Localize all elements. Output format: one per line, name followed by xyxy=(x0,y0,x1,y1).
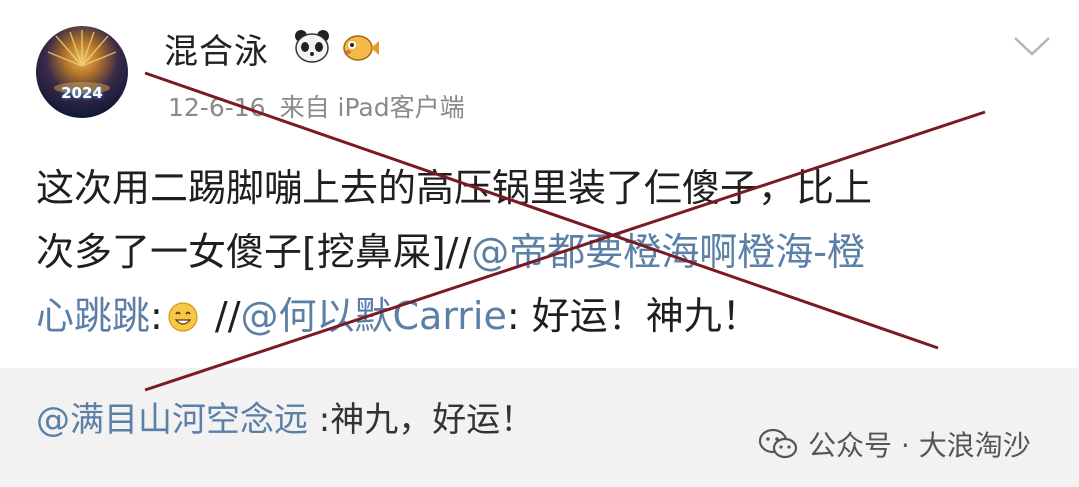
post-body-line-2: 次多了一女傻子[挖鼻屎]//@帝都要橙海啊橙海-橙 xyxy=(36,220,1046,284)
username[interactable]: 混合泳 xyxy=(164,24,269,73)
post-body-line-1: 这次用二踢脚嘣上去的高压锅里装了仨傻子，比上 xyxy=(36,166,873,210)
post-source: 来自 iPad客户端 xyxy=(279,93,465,122)
watermark-text: 公众号 · 大浪淘沙 xyxy=(808,429,1031,462)
grin-emoji-icon xyxy=(168,302,198,332)
panda-emoji-icon xyxy=(295,30,329,63)
post-meta: 12-6-16 来自 iPad客户端 xyxy=(168,88,479,124)
mention-link[interactable]: @帝都要橙海啊橙海-橙 xyxy=(471,230,865,274)
post-card: 2024 混合泳 12-6-16 来自 iPad客户端 这次用二踢脚嘣上去的高压锅… xyxy=(0,0,1079,368)
repost-mention[interactable]: @满目山河空念远 xyxy=(36,400,308,440)
colon: : xyxy=(150,294,163,338)
chevron-down-icon[interactable] xyxy=(1012,34,1052,58)
avatar-fireworks-icon xyxy=(47,30,117,94)
repost-body: :神九，好运！ xyxy=(308,400,535,440)
pufferfish-emoji-icon xyxy=(343,35,379,61)
post-date: 12-6-16 xyxy=(168,93,266,122)
wechat-icon xyxy=(758,428,798,459)
post-body-line-3: 心跳跳: //@何以默Carrie: 好运！神九！ xyxy=(36,284,1046,348)
post-body-text: 次多了一女傻子[挖鼻屎]// xyxy=(36,230,472,274)
post-body-text-2: : 好运！神九！ xyxy=(506,294,760,338)
separator: // xyxy=(202,294,241,338)
mention-link-2[interactable]: @何以默Carrie xyxy=(241,294,507,338)
avatar-badge: 2024 xyxy=(61,84,103,102)
avatar[interactable]: 2024 xyxy=(36,26,128,118)
watermark: 公众号 · 大浪淘沙 xyxy=(758,424,1031,464)
repost-text: @满目山河空念远 :神九，好运！ xyxy=(36,392,534,441)
mention-link-cont[interactable]: 心跳跳 xyxy=(36,294,150,338)
post-body: 这次用二踢脚嘣上去的高压锅里装了仨傻子，比上 次多了一女傻子[挖鼻屎]//@帝都… xyxy=(36,156,1046,348)
